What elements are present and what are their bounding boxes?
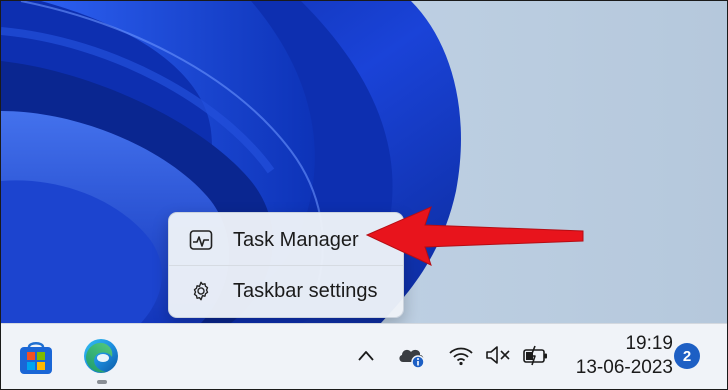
notification-badge[interactable]: 2 bbox=[674, 343, 700, 369]
store-icon[interactable] bbox=[17, 340, 55, 376]
volume-muted-icon[interactable] bbox=[484, 344, 512, 366]
battery-charging-icon[interactable] bbox=[521, 344, 549, 366]
menu-item-label: Taskbar settings bbox=[233, 280, 378, 302]
edge-icon[interactable] bbox=[81, 336, 121, 376]
running-indicator bbox=[97, 380, 107, 384]
red-arrow-annotation bbox=[365, 206, 584, 266]
clock-time: 19:19 bbox=[625, 333, 673, 354]
clock-date: 13-06-2023 bbox=[575, 357, 673, 378]
desktop-screenshot: Task Manager Taskbar settings 19:19 13-0… bbox=[0, 0, 728, 390]
onedrive-icon[interactable] bbox=[397, 344, 427, 370]
task-manager-icon bbox=[189, 230, 213, 250]
system-clock[interactable]: 19:19 13-06-2023 bbox=[567, 332, 673, 380]
taskbar: 19:19 13-06-2023 2 bbox=[1, 323, 727, 389]
chevron-up-icon[interactable] bbox=[355, 346, 377, 366]
gear-icon bbox=[193, 281, 209, 301]
menu-item-label: Task Manager bbox=[233, 229, 359, 251]
menu-item-taskbar-settings[interactable]: Taskbar settings bbox=[169, 266, 403, 316]
wifi-icon[interactable] bbox=[448, 344, 474, 366]
